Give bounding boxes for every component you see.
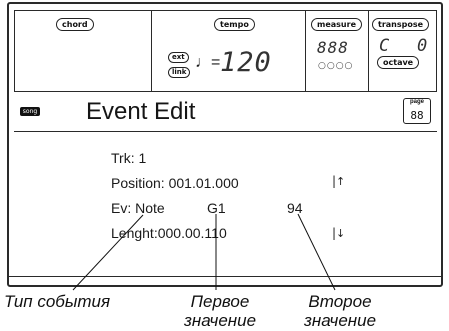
annotation-leader-lines: [72, 213, 336, 291]
caption-first-value-line2: значение: [183, 311, 257, 330]
caption-event-type: Тип события: [4, 292, 111, 311]
leader-event-type: [72, 214, 144, 291]
caption-first-value-line1: Первое: [190, 292, 250, 311]
caption-second-value-line2: значение: [303, 311, 377, 330]
caption-first-value: Первое значение: [170, 292, 270, 330]
caption-second-value: Второе значение: [290, 292, 390, 330]
caption-second-value-line1: Второе: [308, 292, 372, 311]
leader-second-value: [297, 213, 336, 291]
